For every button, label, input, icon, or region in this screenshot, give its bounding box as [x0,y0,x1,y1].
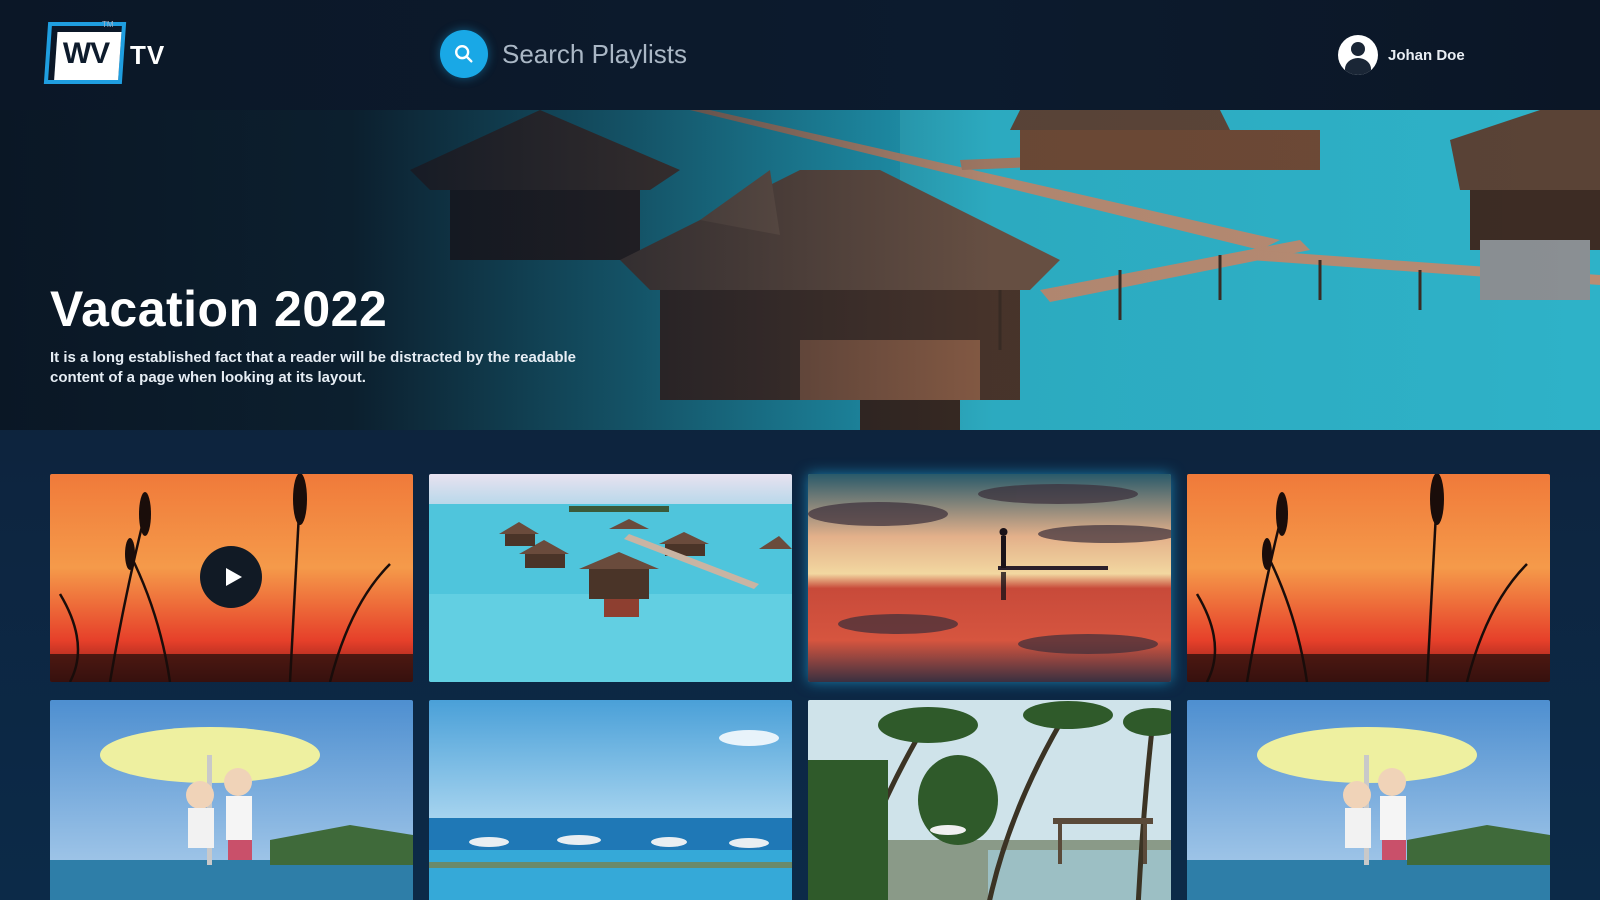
hero-description: It is a long established fact that a rea… [50,349,576,386]
logo-suffix: TV [130,40,166,70]
tile-image [50,700,413,900]
playlist-tile[interactable] [1187,474,1550,682]
logo-trademark: TM [102,20,114,29]
top-bar: WV TM TV Johan Doe [0,0,1600,110]
search-button[interactable] [440,30,488,78]
logo-mark: WV [62,37,110,70]
user-profile[interactable]: Johan Doe [1338,34,1465,76]
search-input[interactable] [502,38,762,70]
tile-image [1187,700,1550,900]
search-icon [455,45,473,63]
playlist-tile[interactable] [429,474,792,682]
playlist-tile[interactable] [1187,700,1550,900]
play-button[interactable] [200,546,262,608]
hero-banner[interactable]: Vacation 2022 It is a long established f… [0,110,1600,430]
user-name: Johan Doe [1388,46,1465,64]
playlist-tile[interactable] [50,474,413,682]
logo[interactable]: WV TM TV [43,20,176,86]
tile-image [429,474,792,682]
tile-image [429,700,792,900]
app-root: WV TM TV Johan Doe [0,0,1600,900]
hero-title: Vacation 2022 [50,281,388,337]
playlist-tile[interactable] [429,700,792,900]
playlist-tile[interactable] [808,700,1171,900]
playlist-grid [50,474,1550,900]
tile-image [808,474,1171,682]
search-bar [440,28,780,80]
playlist-tile-selected[interactable] [808,474,1171,682]
playlist-tile[interactable] [50,700,413,900]
tile-image [1187,474,1550,682]
avatar-icon [1338,35,1378,75]
tile-image [808,700,1171,900]
play-icon [226,568,242,586]
